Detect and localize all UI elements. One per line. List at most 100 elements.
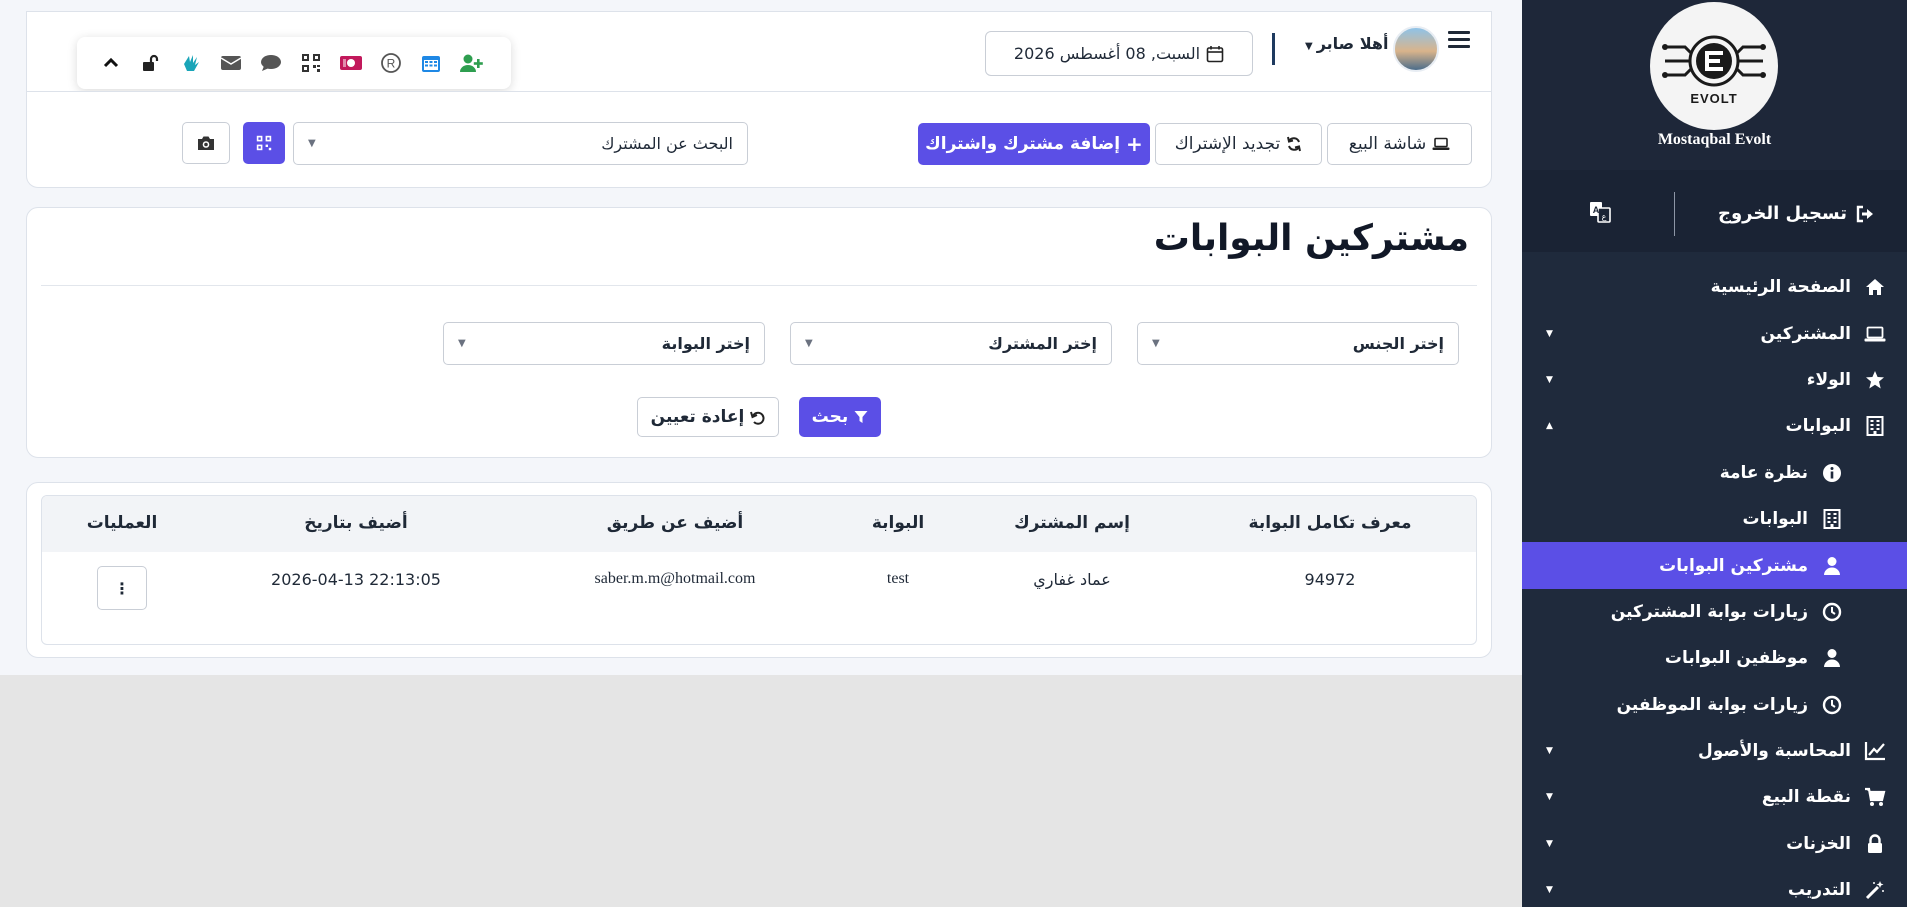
registered-icon[interactable]: R	[371, 43, 411, 83]
sidebar-account-row: تسجيل الخروج Aع	[1522, 170, 1907, 252]
add-subscriber-label: إضافة مشترك واشتراك	[925, 134, 1121, 154]
logo-text: EVOLT	[1690, 91, 1737, 106]
caret-up-icon: ▲	[1546, 421, 1553, 432]
caret-down-icon: ▼	[1546, 328, 1553, 339]
top-header: R ▼ أهلا صابر السبت, 08 أغسطس 2026	[26, 11, 1492, 91]
info-icon	[1820, 461, 1844, 485]
unlock-icon[interactable]	[131, 43, 171, 83]
camera-icon	[198, 136, 214, 150]
plus-icon: +	[1126, 132, 1143, 156]
reset-button[interactable]: إعادة تعيين	[637, 397, 779, 437]
sidebar-item-label: الولاء	[1806, 369, 1851, 390]
sidebar-item-gates-list[interactable]: البوابات	[1522, 496, 1907, 542]
sidebar-item-label: زيارات بوابة الموظفين	[1616, 694, 1808, 715]
results-table-card: معرف تكامل البوابة إسم المشترك البوابة أ…	[26, 482, 1492, 658]
calendar-icon[interactable]	[411, 43, 451, 83]
svg-text:R: R	[387, 57, 396, 71]
qr-scan-button[interactable]	[243, 122, 285, 164]
cell-gate-integration-id: 94972	[1304, 570, 1356, 589]
search-subscriber-select[interactable]: ▼ البحث عن المشترك	[293, 122, 748, 165]
search-button-label: بحث	[811, 407, 849, 427]
sidebar-item-label: مشتركين البوابات	[1659, 555, 1808, 576]
user-icon	[1820, 646, 1844, 670]
chart-line-icon	[1863, 739, 1887, 763]
sidebar-item-label: البوابات	[1742, 509, 1809, 530]
sidebar-item-gate-subscribers[interactable]: مشتركين البوابات	[1522, 542, 1907, 589]
comment-icon[interactable]	[251, 43, 291, 83]
brand-name: Mostaqbal Evolt	[1657, 131, 1772, 148]
user-icon	[1820, 554, 1844, 578]
cell-subscriber-name: عماد غفاري	[1033, 570, 1111, 589]
sidebar-item-vaults[interactable]: ▼ الخزنات	[1522, 821, 1907, 867]
user-greeting-dropdown[interactable]: ▼ أهلا صابر	[1305, 34, 1388, 53]
cell-added-by: saber.m.m@hotmail.com	[594, 570, 756, 587]
qrcode-icon[interactable]	[291, 43, 331, 83]
sidebar-item-subscribers[interactable]: ▼ المشتركين	[1522, 310, 1907, 356]
sidebar-item-gates-overview[interactable]: نظرة عامة	[1522, 450, 1907, 496]
page-title: مشتركين البوابات	[1153, 218, 1469, 259]
envelope-icon[interactable]	[211, 43, 251, 83]
col-gate-integration-id[interactable]: معرف تكامل البوابة	[1249, 513, 1412, 533]
sidebar-item-employee-gate-visits[interactable]: زيارات بوابة الموظفين	[1522, 682, 1907, 728]
user-plus-icon[interactable]	[451, 43, 491, 83]
hamburger-menu-icon[interactable]	[1448, 31, 1470, 51]
clock-icon	[1820, 693, 1844, 717]
quick-actions-bar: R	[77, 37, 511, 89]
sidebar-item-label: نقطة البيع	[1761, 787, 1851, 808]
col-subscriber-name[interactable]: إسم المشترك	[1014, 513, 1130, 533]
greeting-text: أهلا صابر	[1316, 34, 1389, 53]
sidebar-item-label: التدريب	[1787, 880, 1851, 901]
gate-select-value: إختر البوابة	[661, 334, 750, 353]
results-table: معرف تكامل البوابة إسم المشترك البوابة أ…	[41, 495, 1477, 645]
col-added-at[interactable]: أضيف بتاريخ	[304, 513, 408, 533]
sidebar-item-training[interactable]: ▼ التدريب	[1522, 867, 1907, 907]
language-icon[interactable]: Aع	[1588, 200, 1612, 224]
col-operations: العمليات	[86, 513, 158, 533]
cart-icon	[1863, 785, 1887, 809]
renew-subscription-button[interactable]: تجديد الإشتراك	[1155, 123, 1322, 165]
caret-down-icon: ▼	[1305, 41, 1313, 52]
caret-down-icon: ▼	[1546, 746, 1553, 757]
star-icon	[1863, 368, 1887, 392]
sidebar-item-gates[interactable]: ▲ البوابات	[1522, 403, 1907, 449]
filter-panel: مشتركين البوابات ▼ إختر الجنس ▼ إختر الم…	[26, 207, 1492, 458]
chevron-up-icon[interactable]	[91, 43, 131, 83]
subscriber-select[interactable]: ▼ إختر المشترك	[790, 322, 1112, 365]
pos-screen-button[interactable]: شاشة البيع	[1327, 123, 1472, 165]
sidebar-item-subscriber-gate-visits[interactable]: زيارات بوابة المشتركين	[1522, 589, 1907, 635]
sidebar: EVOLT Mostaqbal Evolt تسجيل الخروج Aع ال…	[1522, 0, 1907, 907]
action-toolbar: شاشة البيع تجديد الإشتراك إضافة مشترك وا…	[26, 92, 1492, 188]
sidebar-item-gate-employees[interactable]: موظفين البوابات	[1522, 635, 1907, 681]
sidebar-item-pos[interactable]: ▼ نقطة البيع	[1522, 774, 1907, 820]
sidebar-item-loyalty[interactable]: ▼ الولاء	[1522, 357, 1907, 403]
caret-down-icon: ▼	[805, 338, 813, 349]
sign-out-icon	[1856, 205, 1873, 222]
magic-wand-icon	[1863, 878, 1887, 902]
main-content: R ▼ أهلا صابر السبت, 08 أغسطس 2026 شاشة ا…	[0, 0, 1522, 675]
col-added-by[interactable]: أضيف عن طريق	[607, 513, 743, 533]
subscriber-select-value: إختر المشترك	[988, 334, 1097, 353]
row-actions-button[interactable]: ⋮	[97, 566, 147, 610]
money-bill-icon[interactable]	[331, 43, 371, 83]
col-gate[interactable]: البوابة	[872, 513, 924, 533]
hand-icon[interactable]	[171, 43, 211, 83]
avatar[interactable]	[1393, 26, 1439, 72]
reset-button-label: إعادة تعيين	[650, 407, 745, 427]
sidebar-item-home[interactable]: الصفحة الرئيسية	[1522, 264, 1907, 310]
logout-button[interactable]: تسجيل الخروج	[1718, 203, 1875, 224]
camera-button[interactable]	[182, 122, 230, 164]
add-subscriber-button[interactable]: إضافة مشترك واشتراك +	[918, 123, 1150, 165]
sidebar-item-label: موظفين البوابات	[1664, 648, 1808, 669]
search-button[interactable]: بحث	[799, 397, 881, 437]
sidebar-item-accounting[interactable]: ▼ المحاسبة والأصول	[1522, 728, 1907, 774]
gender-select[interactable]: ▼ إختر الجنس	[1137, 322, 1459, 365]
calendar-outline-icon	[1206, 45, 1224, 62]
title-divider	[41, 285, 1477, 286]
date-display: السبت, 08 أغسطس 2026	[985, 31, 1253, 76]
cell-gate: test	[886, 570, 910, 587]
sidebar-header: EVOLT Mostaqbal Evolt	[1522, 0, 1907, 170]
cell-added-at: 2026-04-13 22:13:05	[271, 570, 441, 589]
building-icon	[1820, 507, 1844, 531]
gate-select[interactable]: ▼ إختر البوابة	[443, 322, 765, 365]
sidebar-item-label: الخزنات	[1786, 833, 1851, 854]
